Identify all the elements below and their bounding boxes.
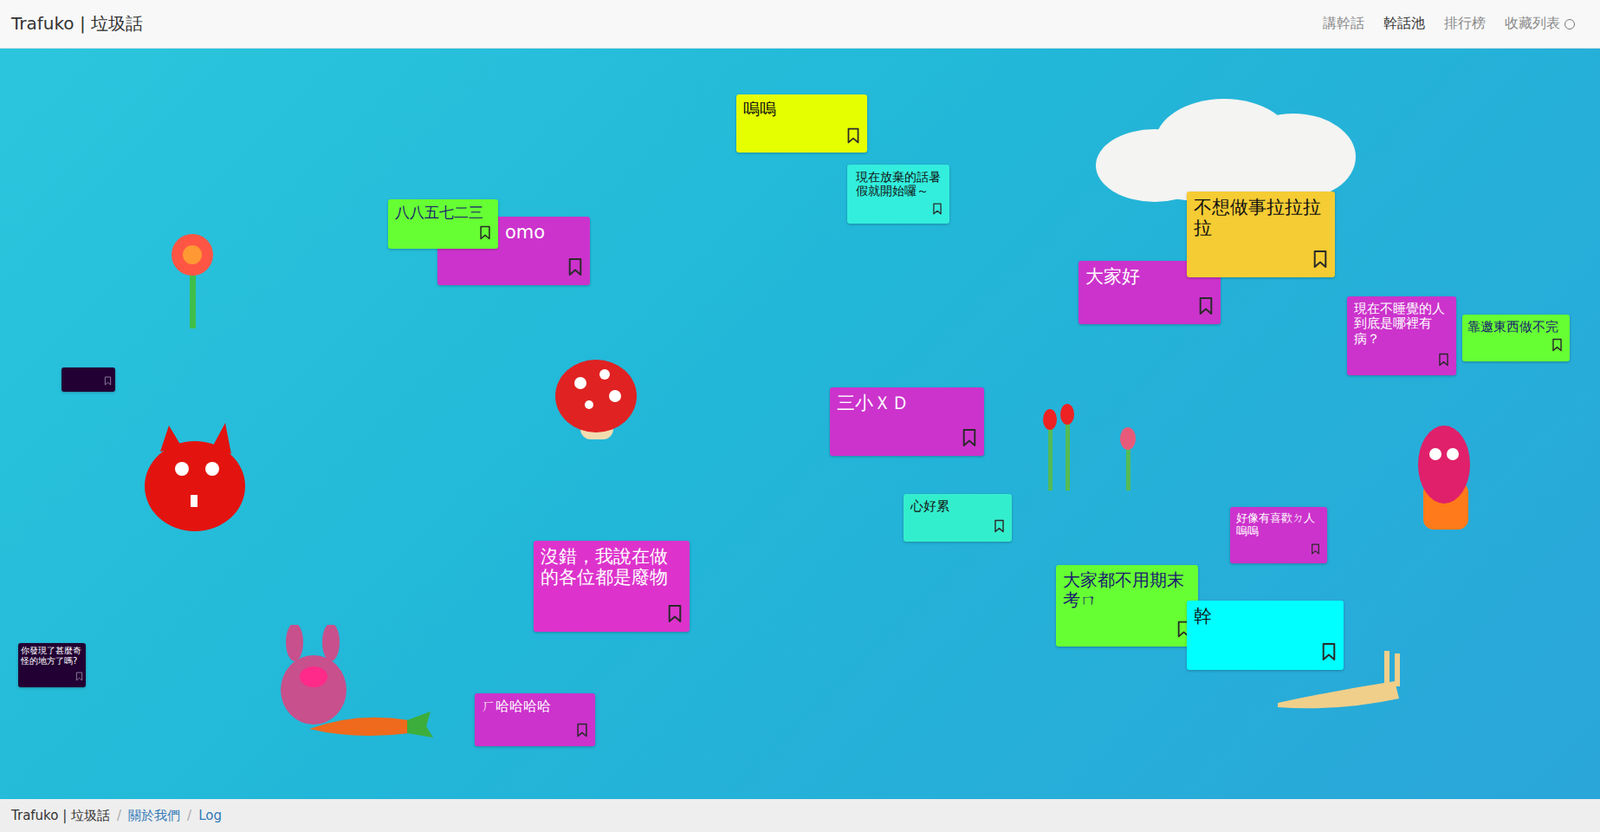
- red-monster-icon: [142, 421, 247, 534]
- circle-icon: [1564, 19, 1575, 30]
- nav-links: 講幹話幹話池排行榜收藏列表: [1314, 9, 1583, 39]
- mushroom-icon: [554, 356, 639, 444]
- note-card[interactable]: 幹: [1186, 600, 1344, 670]
- note-text: ㄏ哈哈哈哈: [481, 698, 589, 714]
- bookmark-icon[interactable]: [1438, 349, 1450, 370]
- bookmark-icon[interactable]: [567, 253, 583, 280]
- note-text: 好像有喜歡ㄉ人嗚嗚: [1236, 511, 1321, 538]
- nav-link-label[interactable]: 幹話池: [1383, 14, 1426, 33]
- note-card[interactable]: ㄏ哈哈哈哈: [474, 693, 596, 746]
- note-card[interactable]: 嗚嗚: [736, 94, 868, 153]
- navbar: Trafuko | 垃圾話 講幹話幹話池排行榜收藏列表: [0, 0, 1600, 49]
- carrot-icon: [304, 706, 435, 742]
- nav-link-label[interactable]: 排行榜: [1444, 14, 1486, 33]
- brand-link[interactable]: Trafuko | 垃圾話: [11, 12, 143, 36]
- note-card[interactable]: 你發現了甚麼奇怪的地方了嗎?: [18, 642, 86, 687]
- nav-link[interactable]: 講幹話: [1314, 9, 1373, 39]
- footer-link[interactable]: 關於我們: [128, 807, 181, 824]
- footer-brand: Trafuko | 垃圾話: [11, 807, 111, 824]
- note-card[interactable]: 心好累: [903, 493, 1012, 542]
- note-text: 八八五七二三: [395, 204, 492, 222]
- note-canvas: 嗚嗚現在放棄的話暑假就開始囉～omo八八五七二三大家好不想做事拉拉拉拉現在不睡覺…: [0, 48, 1600, 799]
- note-card[interactable]: 沒錯，我說在做的各位都是廢物: [533, 540, 690, 632]
- nav-link-label[interactable]: 講幹話: [1322, 14, 1365, 33]
- bookmark-icon[interactable]: [993, 515, 1005, 537]
- note-card[interactable]: [61, 367, 116, 392]
- bookmark-icon[interactable]: [479, 221, 492, 244]
- note-text: omo: [505, 221, 583, 243]
- bookmark-icon[interactable]: [1321, 638, 1337, 665]
- rabbit-icon: [277, 624, 351, 729]
- note-text: 心好累: [910, 498, 1005, 514]
- pink-monster-icon: [1407, 421, 1486, 534]
- bookmark-icon[interactable]: [576, 719, 589, 741]
- cloud-icon: [1094, 96, 1361, 204]
- note-card[interactable]: 現在不睡覺的人到底是哪裡有病？: [1347, 296, 1457, 376]
- bookmark-icon[interactable]: [103, 369, 112, 389]
- nav-link[interactable]: 排行榜: [1436, 9, 1494, 39]
- note-text: 嗚嗚: [743, 99, 861, 119]
- nav-link-label[interactable]: 收藏列表: [1504, 14, 1561, 33]
- note-card[interactable]: 不想做事拉拉拉拉: [1186, 191, 1335, 278]
- note-text: 三小ＸＤ: [836, 392, 978, 414]
- note-card[interactable]: 大家都不用期末考ㄇ: [1055, 564, 1199, 647]
- note-text: 沒錯，我說在做的各位都是廢物: [540, 545, 683, 588]
- breadcrumb-separator: /: [116, 807, 122, 823]
- note-text: 不想做事拉拉拉拉: [1193, 196, 1328, 239]
- note-card[interactable]: 現在放棄的話暑假就開始囉～: [847, 164, 950, 224]
- note-card[interactable]: 靠邀東西做不完: [1462, 314, 1570, 362]
- bookmark-icon[interactable]: [75, 665, 84, 685]
- note-text: 幹: [1193, 605, 1337, 627]
- bookmark-icon[interactable]: [961, 424, 978, 451]
- note-text: 靠邀東西做不完: [1467, 319, 1563, 335]
- bookmark-icon[interactable]: [667, 600, 683, 627]
- bookmark-icon[interactable]: [1312, 246, 1328, 273]
- nav-link[interactable]: 幹話池: [1375, 9, 1433, 39]
- nav-link[interactable]: 收藏列表: [1496, 9, 1583, 39]
- bookmark-icon[interactable]: [1198, 292, 1214, 319]
- note-text: 大家都不用期末考ㄇ: [1062, 570, 1192, 610]
- note-card[interactable]: 八八五七二三: [388, 199, 499, 249]
- note-text: 現在放棄的話暑假就開始囉～: [855, 169, 943, 198]
- bookmark-icon[interactable]: [932, 199, 943, 219]
- note-text: 你發現了甚麼奇怪的地方了嗎?: [20, 645, 84, 666]
- bookmark-icon[interactable]: [846, 123, 861, 148]
- footer-link[interactable]: Log: [198, 807, 222, 823]
- tulip-icon: [1030, 403, 1144, 499]
- footer: Trafuko | 垃圾話 / 關於我們 / Log: [0, 798, 1600, 832]
- breadcrumb-separator: /: [187, 807, 192, 823]
- note-card[interactable]: 好像有喜歡ㄉ人嗚嗚: [1230, 506, 1328, 564]
- note-card[interactable]: 三小ＸＤ: [829, 387, 985, 456]
- flower-icon: [168, 228, 217, 333]
- note-text: 現在不睡覺的人到底是哪裡有病？: [1353, 301, 1450, 347]
- bookmark-icon[interactable]: [1310, 538, 1321, 558]
- bookmark-icon[interactable]: [1551, 334, 1563, 356]
